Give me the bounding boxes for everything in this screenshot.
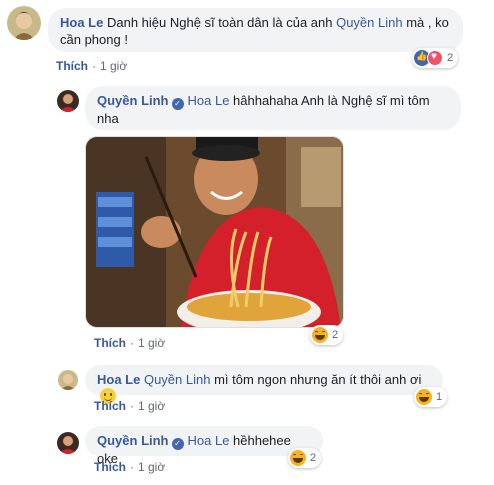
timestamp[interactable]: 1 giờ <box>138 399 165 413</box>
comment-author[interactable]: Hoa Le <box>60 15 103 30</box>
avatar[interactable] <box>57 90 79 112</box>
comment-text: mì tôm ngon nhưng ăn ít thôi anh ơi <box>210 372 422 387</box>
like-link[interactable]: Thích <box>56 59 88 73</box>
comment-bubble: Hoa Le Danh hiệu Nghệ sĩ toàn dân là của… <box>48 8 463 52</box>
timestamp[interactable]: 1 giờ <box>138 460 165 474</box>
noodle-photo-image <box>86 137 343 327</box>
reaction-count: 2 <box>447 52 454 64</box>
reaction-summary[interactable]: 1 <box>414 387 448 407</box>
comment-author[interactable]: Hoa Le <box>97 372 140 387</box>
comment-author[interactable]: Quyền Linh <box>97 433 169 448</box>
comment-meta: Thích · 1 giờ <box>94 460 166 474</box>
comment-author[interactable]: Quyền Linh <box>97 93 169 108</box>
reaction-count: 2 <box>332 329 339 341</box>
like-link[interactable]: Thích <box>94 460 126 474</box>
haha-icon <box>312 327 328 343</box>
haha-icon <box>290 450 306 466</box>
comment-photo[interactable] <box>85 136 344 328</box>
reaction-summary[interactable]: 2 <box>288 448 322 468</box>
avatar-image <box>58 370 78 390</box>
mention-link[interactable]: Quyền Linh <box>336 15 403 30</box>
reaction-summary[interactable]: 2 <box>310 325 344 345</box>
timestamp[interactable]: 1 giờ <box>138 336 165 350</box>
love-icon <box>427 50 443 66</box>
reaction-count: 1 <box>436 391 443 403</box>
comment-meta: Thích · 1 giờ <box>94 336 166 350</box>
avatar[interactable] <box>58 370 78 390</box>
verified-badge-icon: ✓ <box>171 98 184 110</box>
like-link[interactable]: Thích <box>94 399 126 413</box>
avatar[interactable] <box>7 6 41 40</box>
mention-link[interactable]: Hoa Le <box>188 93 230 108</box>
avatar[interactable] <box>57 432 79 454</box>
comment-meta: Thích · 1 giờ <box>56 59 128 73</box>
timestamp[interactable]: 1 giờ <box>100 59 127 73</box>
reaction-count: 2 <box>310 452 317 464</box>
comment-bubble: Quyền Linh ✓ Hoa Le hâhhahaha Anh là Nghệ … <box>85 86 461 130</box>
verified-badge-icon: ✓ <box>171 438 184 450</box>
haha-icon <box>416 389 432 405</box>
avatar-image <box>57 432 79 454</box>
reaction-summary[interactable]: 2 <box>412 48 459 68</box>
mention-link[interactable]: Hoa Le <box>188 433 230 448</box>
comment-bubble: Quyền Linh ✓ Hoa Le hềhhehee oke <box>85 426 323 466</box>
comment-meta: Thích · 1 giờ <box>94 399 166 413</box>
avatar-image <box>57 90 79 112</box>
like-link[interactable]: Thích <box>94 336 126 350</box>
comment-text: Danh hiệu Nghệ sĩ toàn dân là của anh <box>106 15 337 30</box>
mention-link[interactable]: Quyền Linh <box>144 372 211 387</box>
avatar-image <box>7 6 41 40</box>
comment-bubble: Hoa Le Quyền Linh mì tôm ngon nhưng ăn í… <box>85 365 443 404</box>
